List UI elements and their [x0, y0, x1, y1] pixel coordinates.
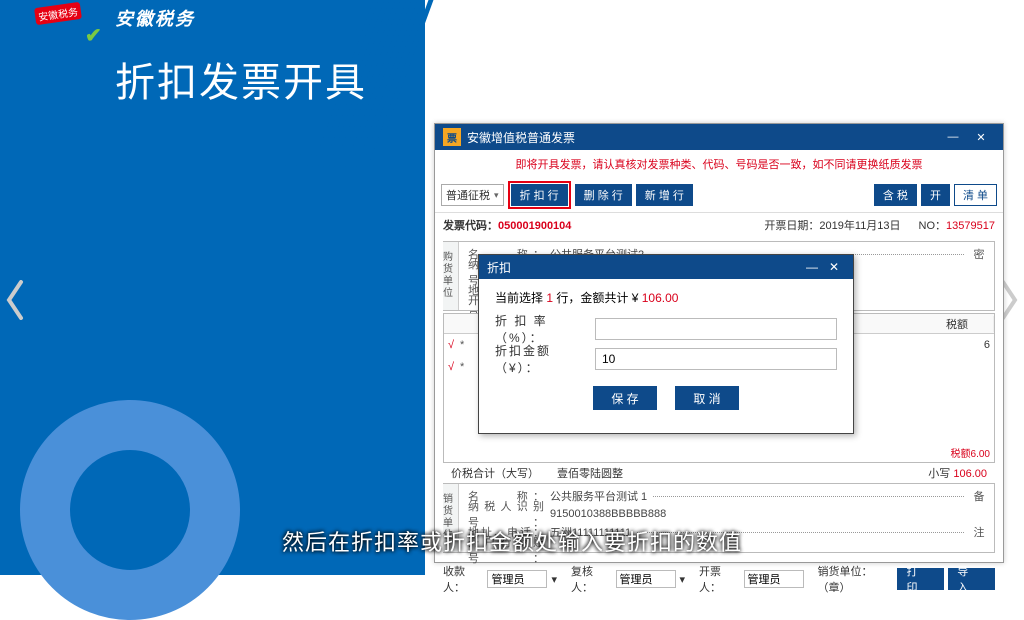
discount-dialog: 折扣 — ✕ 当前选择 1 行，金额共计 ¥ 106.00 折 扣 率（%）： … — [478, 254, 854, 434]
notice-text: 即将开具发票，请认真核对发票种类、代码、号码是否一致，如不同请更换纸质发票 — [435, 150, 1003, 178]
close-button[interactable]: ✕ — [967, 128, 995, 146]
reviewer-input[interactable] — [616, 570, 676, 588]
delete-row-button[interactable]: 删 除 行 — [575, 184, 632, 206]
dialog-minimize-button[interactable]: — — [801, 260, 823, 274]
clear-button[interactable]: 清 单 — [954, 184, 997, 206]
invoice-no: NO：13579517 — [919, 217, 995, 233]
print-button[interactable]: 打 印 — [897, 568, 944, 590]
seller-stamp: 销货单位：（章） — [818, 563, 894, 595]
seller-taxno: 9150010388BBBBB888 — [550, 508, 666, 520]
brand-badge: 安徽税务 — [34, 2, 82, 25]
dialog-save-button[interactable]: 保 存 — [593, 386, 657, 410]
dialog-summary: 当前选择 1 行，金额共计 ¥ 106.00 — [495, 289, 837, 306]
video-subtitle: 然后在折扣率或折扣金额处输入要折扣的数值 — [0, 525, 1024, 557]
invoice-code: 发票代码：050001900104 — [443, 217, 571, 233]
items-footer-tax: 税额6.00 — [951, 445, 990, 460]
discount-amount-input[interactable] — [595, 348, 837, 370]
invoice-date: 开票日期：2019年11月13日 — [764, 217, 900, 233]
total-caps-value: 壹佰零陆圆整 — [557, 465, 623, 481]
dialog-title: 折扣 — [487, 259, 511, 276]
add-row-button[interactable]: 新 增 行 — [636, 184, 693, 206]
drawer-input[interactable] — [744, 570, 804, 588]
amount-label: 折扣金额（¥）： — [495, 342, 595, 376]
dialog-cancel-button[interactable]: 取 消 — [675, 386, 739, 410]
minimize-button[interactable]: — — [939, 128, 967, 146]
discount-row-button[interactable]: 折 扣 行 — [511, 184, 568, 206]
brand-name: 安徽税务 — [115, 5, 195, 31]
seller-name: 公共服务平台测试 1 — [550, 488, 647, 504]
import-button[interactable]: 导 入 — [948, 568, 995, 590]
discount-row-highlight: 折 扣 行 — [508, 181, 571, 209]
rate-label: 折 扣 率（%）： — [495, 312, 595, 346]
buyer-tag: 购货单位 — [443, 242, 459, 310]
col-tax-amount: 税额 — [940, 316, 994, 332]
brand-logo: 安徽税务 ✔ 安徽税务 — [40, 5, 195, 31]
prev-slide-button[interactable] — [3, 280, 27, 320]
total-caps-label: 价税合计（大写） — [451, 465, 539, 481]
payee-input[interactable] — [487, 570, 547, 588]
window-title: 安徽增值税普通发票 — [467, 129, 939, 146]
page-title: 折扣发票开具 — [115, 50, 367, 108]
with-tax-button[interactable]: 含 税 — [874, 184, 917, 206]
dialog-close-button[interactable]: ✕ — [823, 260, 845, 274]
total-small-value: 106.00 — [953, 468, 987, 480]
tax-type-dropdown[interactable]: 普通征税 — [441, 184, 504, 206]
invoice-icon: 票 — [443, 128, 461, 146]
open-button[interactable]: 开 — [921, 184, 950, 206]
discount-rate-input[interactable] — [595, 318, 837, 340]
